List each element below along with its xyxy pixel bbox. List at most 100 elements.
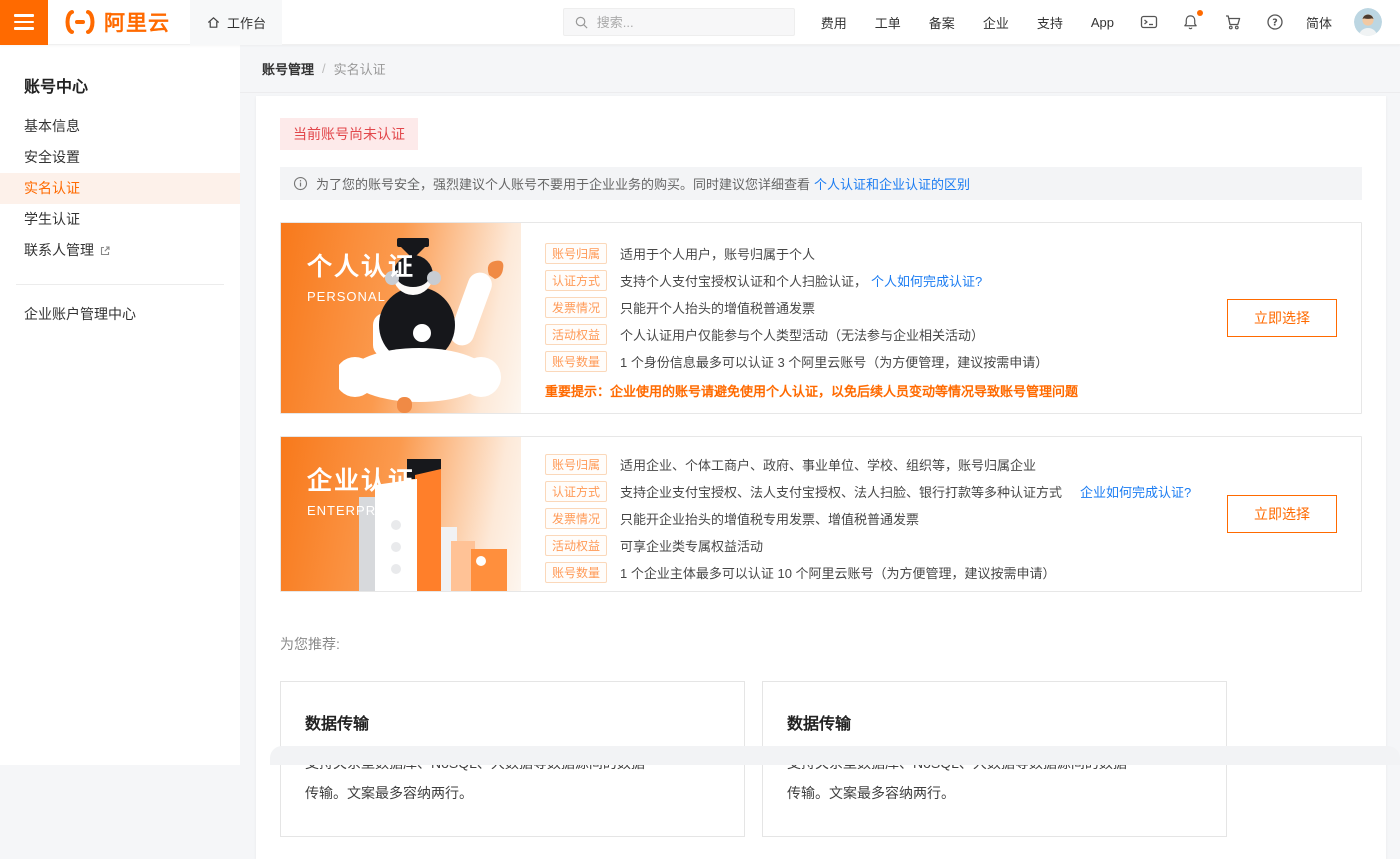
nav-item-support[interactable]: 支持	[1037, 13, 1063, 32]
personal-title: 个人认证	[307, 247, 521, 283]
detail-row: 活动权益 可享企业类专属权益活动	[545, 532, 1191, 559]
help-icon[interactable]: ?	[1266, 13, 1284, 31]
sidebar-item-student-verification[interactable]: 学生认证	[0, 204, 240, 235]
enterprise-banner: 企业认证 ENTERPRISE	[281, 437, 521, 591]
recommend-card-title: 数据传输	[787, 710, 1202, 734]
row-text: 支持企业支付宝授权、法人支付宝授权、法人扫脸、银行打款等多种认证方式	[620, 482, 1062, 501]
nav-item-tickets[interactable]: 工单	[875, 13, 901, 32]
personal-warning: 重要提示：企业使用的账号请避免使用个人认证，以免后续人员变动等情况导致账号管理问…	[545, 381, 1078, 400]
nav-item-enterprise[interactable]: 企业	[983, 13, 1009, 32]
logo-text: 阿里云	[104, 7, 170, 37]
sidebar-item-label: 联系人管理	[24, 235, 94, 266]
detail-row: 发票情况 只能开企业抬头的增值税专用发票、增值税普通发票	[545, 505, 1191, 532]
account-sidebar: 账号中心 基本信息 安全设置 实名认证 学生认证 联系人管理 企业账户管理中心	[0, 45, 240, 765]
enterprise-choose-button[interactable]: 立即选择	[1227, 495, 1337, 533]
hamburger-menu-icon[interactable]	[0, 0, 48, 45]
notification-dot	[1197, 10, 1203, 16]
detail-row: 账号归属 适用企业、个体工商户、政府、事业单位、学校、组织等，账号归属企业	[545, 451, 1191, 478]
sidebar-item-basic-info[interactable]: 基本信息	[0, 111, 240, 142]
row-tag: 认证方式	[545, 270, 607, 291]
enterprise-how-to-link[interactable]: 企业如何完成认证?	[1080, 482, 1191, 501]
enterprise-subtitle: ENTERPRISE	[307, 503, 521, 518]
personal-how-to-link[interactable]: 个人如何完成认证?	[871, 271, 982, 290]
cart-icon[interactable]	[1224, 13, 1242, 31]
personal-banner: 个人认证 PERSONAL	[281, 223, 521, 413]
detail-row: 账号数量 1 个企业主体最多可以认证 10 个阿里云账号（为方便管理，建议按需申…	[545, 559, 1191, 586]
personal-choose-button[interactable]: 立即选择	[1227, 299, 1337, 337]
status-badge: 当前账号尚未认证	[280, 118, 418, 150]
nav-item-icp[interactable]: 备案	[929, 13, 955, 32]
row-text: 只能开个人抬头的增值税普通发票	[620, 298, 815, 317]
personal-subtitle: PERSONAL	[307, 289, 521, 304]
notice-text: 为了您的账号安全，强烈建议个人账号不要用于企业业务的购买。同时建议您详细查看	[316, 174, 810, 193]
breadcrumb: 账号管理 / 实名认证	[240, 45, 1400, 93]
breadcrumb-current: 实名认证	[334, 59, 386, 78]
alibaba-cloud-logo[interactable]: 阿里云	[62, 7, 170, 37]
sidebar-item-contact-management[interactable]: 联系人管理	[0, 235, 240, 266]
detail-row: 发票情况 只能开个人抬头的增值税普通发票	[545, 294, 1078, 321]
info-icon	[293, 176, 308, 191]
recommend-label: 为您推荐:	[280, 634, 1362, 654]
bell-icon[interactable]	[1182, 13, 1200, 31]
bottom-overlay-bar	[270, 746, 1400, 765]
row-text: 个人认证用户仅能参与个人类型活动（无法参与企业相关活动）	[620, 325, 984, 344]
breadcrumb-account-management[interactable]: 账号管理	[262, 59, 314, 78]
row-tag: 认证方式	[545, 481, 607, 502]
row-tag: 活动权益	[545, 324, 607, 345]
terminal-icon[interactable]	[1140, 13, 1158, 31]
global-search[interactable]	[563, 8, 795, 36]
row-text: 只能开企业抬头的增值税专用发票、增值税普通发票	[620, 509, 919, 528]
row-tag: 账号数量	[545, 351, 607, 372]
main-content: 账号管理 / 实名认证 当前账号尚未认证 为了您的账号安全，强烈建议个人账号不要…	[240, 45, 1400, 765]
row-tag: 发票情况	[545, 297, 607, 318]
sidebar-item-label: 实名认证	[24, 173, 80, 204]
logo-brackets-icon	[62, 9, 98, 35]
sidebar-item-label: 学生认证	[24, 204, 80, 235]
row-text: 支持个人支付宝授权认证和个人扫脸认证，	[620, 271, 867, 290]
row-tag: 账号归属	[545, 243, 607, 264]
sidebar-title: 账号中心	[0, 45, 240, 111]
row-tag: 活动权益	[545, 535, 607, 556]
sidebar-item-real-name-verification[interactable]: 实名认证	[0, 173, 240, 204]
detail-row: 账号数量 1 个身份信息最多可以认证 3 个阿里云账号（为方便管理，建议按需申请…	[545, 348, 1078, 375]
row-text: 1 个企业主体最多可以认证 10 个阿里云账号（为方便管理，建议按需申请）	[620, 563, 1056, 582]
verification-panel: 当前账号尚未认证 为了您的账号安全，强烈建议个人账号不要用于企业业务的购买。同时…	[256, 96, 1386, 859]
search-icon	[574, 15, 589, 30]
detail-row: 账号归属 适用于个人用户，账号归属于个人	[545, 240, 1078, 267]
svg-text:?: ?	[1272, 18, 1278, 29]
workbench-button[interactable]: 工作台	[190, 0, 282, 45]
row-text: 1 个身份信息最多可以认证 3 个阿里云账号（为方便管理，建议按需申请）	[620, 352, 1048, 371]
detail-row: 认证方式 支持企业支付宝授权、法人支付宝授权、法人扫脸、银行打款等多种认证方式 …	[545, 478, 1191, 505]
sidebar-item-label: 基本信息	[24, 111, 80, 142]
row-text: 适用于个人用户，账号归属于个人	[620, 244, 815, 263]
detail-row: 活动权益 个人认证用户仅能参与个人类型活动（无法参与企业相关活动）	[545, 321, 1078, 348]
sidebar-item-security-settings[interactable]: 安全设置	[0, 142, 240, 173]
row-text: 适用企业、个体工商户、政府、事业单位、学校、组织等，账号归属企业	[620, 455, 1036, 474]
detail-row: 认证方式 支持个人支付宝授权认证和个人扫脸认证， 个人如何完成认证?	[545, 267, 1078, 294]
header-nav: 费用 工单 备案 企业 支持 App	[821, 13, 1114, 32]
row-text: 可享企业类专属权益活动	[620, 536, 763, 555]
security-notice: 为了您的账号安全，强烈建议个人账号不要用于企业业务的购买。同时建议您详细查看 个…	[280, 167, 1362, 200]
row-tag: 账号归属	[545, 454, 607, 475]
row-tag: 发票情况	[545, 508, 607, 529]
user-avatar[interactable]	[1354, 8, 1382, 36]
notice-difference-link[interactable]: 个人认证和企业认证的区别	[814, 174, 970, 193]
home-icon	[206, 15, 221, 30]
row-tag: 账号数量	[545, 562, 607, 583]
nav-item-app[interactable]: App	[1091, 15, 1114, 30]
enterprise-title: 企业认证	[307, 461, 521, 497]
breadcrumb-separator: /	[322, 61, 326, 76]
locale-switcher[interactable]: 简体	[1306, 13, 1332, 32]
nav-item-billing[interactable]: 费用	[821, 13, 847, 32]
top-navbar: 阿里云 工作台 费用 工单 备案 企业 支持 App	[0, 0, 1400, 45]
workbench-label: 工作台	[227, 13, 266, 32]
enterprise-verification-card: 企业认证 ENTERPRISE 账号归属	[280, 436, 1362, 592]
sidebar-item-enterprise-account-center[interactable]: 企业账户管理中心	[0, 299, 240, 330]
personal-detail-rows: 账号归属 适用于个人用户，账号归属于个人 认证方式 支持个人支付宝授权认证和个人…	[521, 223, 1078, 413]
sidebar-item-label: 安全设置	[24, 142, 80, 173]
personal-verification-card: 个人认证 PERSONAL	[280, 222, 1362, 414]
recommend-card-title: 数据传输	[305, 710, 720, 734]
external-link-icon	[99, 245, 111, 257]
enterprise-detail-rows: 账号归属 适用企业、个体工商户、政府、事业单位、学校、组织等，账号归属企业 认证…	[521, 437, 1191, 591]
search-input[interactable]	[597, 15, 767, 30]
